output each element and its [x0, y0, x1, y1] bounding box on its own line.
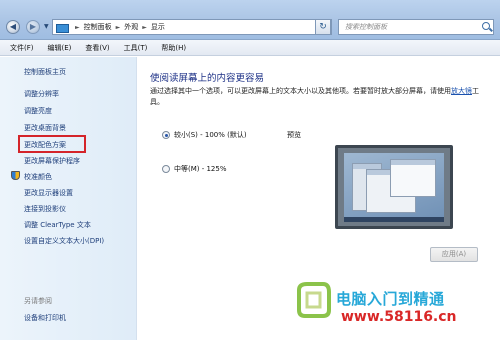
menu-view[interactable]: 查看(V): [85, 43, 109, 53]
menu-file[interactable]: 文件(F): [10, 43, 34, 53]
sidebar-item-cleartype[interactable]: 调整 ClearType 文本: [24, 220, 91, 230]
watermark-url: www.58116.cn: [341, 309, 457, 325]
sidebar: 控制面板主页 调整分辨率 调整亮度 更改桌面背景 更改配色方案 更改屏幕保护程序…: [0, 57, 137, 340]
sidebar-item-brightness[interactable]: 调整亮度: [24, 106, 52, 116]
page-title: 使阅读屏幕上的内容更容易: [150, 73, 265, 84]
shield-icon: [11, 171, 20, 180]
watermark-logo: [297, 282, 331, 318]
description-text: 通过选择其中一个选项，可以更改屏幕上的文本大小以及其他项。若要暂时放大部分屏幕，…: [150, 87, 451, 95]
watermark-title: 电脑入门到精通: [336, 290, 445, 308]
magnifier-link[interactable]: 放大镜: [451, 87, 472, 95]
sidebar-item-custom-dpi[interactable]: 设置自定义文本大小(DPI): [24, 236, 104, 246]
preview-monitor: [335, 145, 453, 229]
preview-taskbar: [344, 217, 444, 222]
search-input[interactable]: 搜索控制面板: [338, 19, 494, 35]
radio-medium[interactable]: [162, 165, 170, 173]
sidebar-item-monitor-settings[interactable]: 更改显示器设置: [24, 188, 73, 198]
address-bar[interactable]: ► 控制面板 ► 外观 ► 显示 ▼: [52, 19, 332, 35]
chevron-right-icon: ►: [142, 23, 147, 31]
search-icon[interactable]: [482, 22, 490, 30]
page-description: 通过选择其中一个选项，可以更改屏幕上的文本大小以及其他项。若要暂时放大部分屏幕，…: [150, 86, 480, 108]
title-bar: ◀ ▶ ▼ ► 控制面板 ► 外观 ► 显示 ▼ ↻ 搜索控制面板: [0, 0, 500, 40]
refresh-button[interactable]: ↻: [315, 19, 331, 35]
chevron-right-icon: ►: [115, 23, 121, 31]
sidebar-item-calibrate-color[interactable]: 校准颜色: [11, 171, 52, 182]
highlight-box: [18, 135, 86, 153]
preview-label: 预览: [287, 131, 301, 139]
option-medium-label[interactable]: 中等(M) - 125%: [174, 164, 227, 174]
preview-screen: [344, 153, 444, 222]
sidebar-item-calibrate-color-label: 校准颜色: [24, 173, 52, 181]
sidebar-item-resolution[interactable]: 调整分辨率: [24, 89, 59, 99]
radio-smaller[interactable]: [162, 131, 170, 139]
sidebar-item-devices-printers[interactable]: 设备和打印机: [24, 313, 66, 323]
breadcrumb-control-panel[interactable]: 控制面板: [84, 22, 112, 32]
menu-tools[interactable]: 工具(T): [124, 43, 148, 53]
see-also-title: 另请参阅: [24, 297, 52, 305]
back-button[interactable]: ◀: [6, 20, 20, 34]
apply-button[interactable]: 应用(A): [430, 247, 478, 262]
menu-edit[interactable]: 编辑(E): [48, 43, 72, 53]
option-smaller-label[interactable]: 较小(S) - 100% (默认): [174, 130, 247, 140]
sidebar-item-desktop-background[interactable]: 更改桌面背景: [24, 123, 66, 133]
breadcrumb-appearance[interactable]: 外观: [124, 22, 138, 32]
search-placeholder: 搜索控制面板: [345, 23, 387, 31]
forward-button[interactable]: ▶: [26, 20, 40, 34]
menu-bar: 文件(F) 编辑(E) 查看(V) 工具(T) 帮助(H): [0, 40, 500, 56]
menu-help[interactable]: 帮助(H): [161, 43, 186, 53]
breadcrumb-display[interactable]: 显示: [151, 22, 165, 32]
recent-pages-dropdown[interactable]: ▼: [44, 23, 49, 30]
sidebar-item-home[interactable]: 控制面板主页: [24, 67, 66, 77]
preview-window: [390, 159, 436, 197]
control-panel-icon: [56, 22, 69, 33]
sidebar-item-screensaver[interactable]: 更改屏幕保护程序: [24, 156, 80, 166]
chevron-right-icon: ►: [75, 23, 80, 31]
sidebar-item-projector[interactable]: 连接到投影仪: [24, 204, 66, 214]
